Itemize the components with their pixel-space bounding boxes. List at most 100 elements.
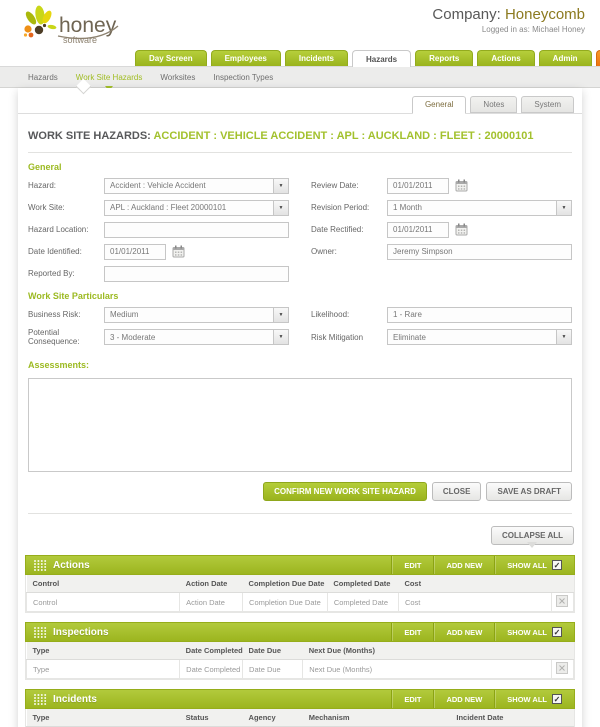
general-heading: General xyxy=(18,153,582,177)
nav-tab-reports[interactable]: Reports xyxy=(415,50,473,66)
particulars-heading: Work Site Particulars xyxy=(18,282,582,306)
incidents-add-new-button[interactable]: ADD NEW xyxy=(433,690,494,708)
nav-tab-incidents[interactable]: Incidents xyxy=(285,50,348,66)
business-risk-select[interactable]: Medium▼ xyxy=(104,307,289,323)
main-menu-button[interactable]: Main Menu xyxy=(596,50,600,66)
nav-tab-actions[interactable]: Actions xyxy=(477,50,534,66)
tab-general[interactable]: General xyxy=(412,96,466,114)
business-risk-label: Business Risk: xyxy=(28,310,104,319)
inspections-table: Type Date Completed Date Due Next Due (M… xyxy=(26,642,574,679)
incidents-show-all-toggle[interactable]: SHOW ALL✓ xyxy=(494,690,574,708)
owner-input[interactable] xyxy=(387,244,572,260)
col-completion-due-date: Completion Due Date xyxy=(243,575,328,593)
col-cost: Cost xyxy=(398,575,551,593)
work-site-select[interactable]: APL : Auckland : Fleet 20000101▼ xyxy=(104,200,289,216)
work-site-select-value: APL : Auckland : Fleet 20000101 xyxy=(105,203,273,212)
inspections-section-header: Inspections EDIT ADD NEW SHOW ALL ✓ xyxy=(25,622,575,642)
tab-system[interactable]: System xyxy=(521,96,574,113)
potential-consequence-label: Potential Consequence: xyxy=(28,328,104,346)
page-tabs: General Notes System xyxy=(18,88,582,114)
review-date-input[interactable] xyxy=(387,178,449,194)
col-action-date: Action Date xyxy=(180,575,243,593)
actions-show-all-toggle[interactable]: SHOW ALL✓ xyxy=(494,556,574,574)
actions-edit-button[interactable]: EDIT xyxy=(391,556,433,574)
incidents-section-title: Incidents xyxy=(53,694,391,705)
nav-tab-employees[interactable]: Employees xyxy=(211,50,281,66)
incidents-table: Type Status Agency Mechanism Incident Da… xyxy=(26,709,574,727)
hazard-select[interactable]: Accident : Vehicle Accident▼ xyxy=(104,178,289,194)
inspections-show-all-toggle[interactable]: SHOW ALL ✓ xyxy=(494,623,574,641)
subnav-hazards[interactable]: Hazards xyxy=(28,73,58,82)
revision-period-select-value: 1 Month xyxy=(388,203,556,212)
reported-by-input[interactable] xyxy=(104,266,289,282)
drag-handle-icon[interactable] xyxy=(26,556,53,574)
drag-handle-icon[interactable] xyxy=(26,623,53,641)
tab-notes[interactable]: Notes xyxy=(470,96,517,113)
save-as-draft-button[interactable]: SAVE AS DRAFT xyxy=(486,482,572,501)
close-button[interactable]: CLOSE xyxy=(432,482,482,501)
chevron-down-icon: ▼ xyxy=(273,308,288,322)
review-date-label: Review Date: xyxy=(311,181,387,190)
cell-date-completed: Date Completed xyxy=(180,660,243,679)
checked-checkbox-icon[interactable]: ✓ xyxy=(552,627,562,637)
confirm-new-work-site-hazard-button[interactable]: CONFIRM NEW WORK SITE HAZARD xyxy=(263,482,427,501)
app-header: honey software Company: Honeycomb Logged… xyxy=(0,0,600,48)
form-actions: CONFIRM NEW WORK SITE HAZARD CLOSE SAVE … xyxy=(18,472,582,501)
checked-checkbox-icon[interactable]: ✓ xyxy=(552,560,562,570)
calendar-icon[interactable] xyxy=(455,223,468,236)
col-date-due: Date Due xyxy=(243,642,303,660)
calendar-icon[interactable] xyxy=(172,245,185,258)
inspections-show-all-label: SHOW ALL xyxy=(507,628,547,637)
likelihood-input[interactable] xyxy=(387,307,572,323)
col-completed-date: Completed Date xyxy=(327,575,398,593)
nav-tab-admin[interactable]: Admin xyxy=(539,50,592,66)
honey-logo[interactable]: honey software xyxy=(22,4,172,53)
collapse-all-button[interactable]: COLLAPSE ALL xyxy=(491,526,574,545)
row-grid-icon[interactable] xyxy=(556,662,568,674)
hazard-select-value: Accident : Vehicle Accident xyxy=(105,181,273,190)
nav-tab-day-screen[interactable]: Day Screen xyxy=(135,50,207,66)
chevron-down-icon: ▼ xyxy=(273,179,288,193)
checked-checkbox-icon[interactable]: ✓ xyxy=(552,694,562,704)
reported-by-label: Reported By: xyxy=(28,269,104,278)
secondary-nav: Hazards Work Site Hazards Worksites Insp… xyxy=(0,67,600,88)
cell-completed-date: Completed Date xyxy=(327,593,398,612)
inspections-section: Inspections EDIT ADD NEW SHOW ALL ✓ Type … xyxy=(25,622,575,680)
table-row[interactable]: Type Date Completed Date Due Next Due (M… xyxy=(27,660,574,679)
risk-mitigation-select-value: Eliminate xyxy=(388,333,556,342)
company-name: Honeycomb xyxy=(505,6,585,23)
actions-add-new-button[interactable]: ADD NEW xyxy=(433,556,494,574)
inspections-add-new-button[interactable]: ADD NEW xyxy=(433,623,494,641)
subnav-worksites[interactable]: Worksites xyxy=(160,73,195,82)
subnav-inspection-types[interactable]: Inspection Types xyxy=(213,73,273,82)
incidents-section: Incidents EDIT ADD NEW SHOW ALL✓ Type St… xyxy=(25,689,575,727)
inspections-edit-button[interactable]: EDIT xyxy=(391,623,433,641)
company-block: Company: Honeycomb Logged in as: Michael… xyxy=(432,6,585,34)
col-icon xyxy=(552,575,574,593)
date-rectified-input[interactable] xyxy=(387,222,449,238)
assessments-textarea[interactable] xyxy=(28,378,572,472)
table-row[interactable]: Control Action Date Completion Due Date … xyxy=(27,593,574,612)
revision-period-label: Revision Period: xyxy=(311,203,387,212)
inspections-section-title: Inspections xyxy=(53,627,391,638)
hazard-location-input[interactable] xyxy=(104,222,289,238)
table-header-row: Type Status Agency Mechanism Incident Da… xyxy=(27,709,574,727)
potential-consequence-select-value: 3 - Moderate xyxy=(105,333,273,342)
incidents-section-header: Incidents EDIT ADD NEW SHOW ALL✓ xyxy=(25,689,575,709)
col-agency: Agency xyxy=(243,709,303,727)
drag-handle-icon[interactable] xyxy=(26,690,53,708)
nav-tab-hazards[interactable]: Hazards xyxy=(352,50,411,67)
calendar-icon[interactable] xyxy=(455,179,468,192)
revision-period-select[interactable]: 1 Month▼ xyxy=(387,200,572,216)
col-type: Type xyxy=(27,709,180,727)
risk-mitigation-select[interactable]: Eliminate▼ xyxy=(387,329,572,345)
row-grid-icon[interactable] xyxy=(556,595,568,607)
svg-text:software: software xyxy=(63,35,97,45)
date-identified-input[interactable] xyxy=(104,244,166,260)
general-form: Hazard: Accident : Vehicle Accident▼ Rev… xyxy=(18,177,582,282)
owner-label: Owner: xyxy=(311,247,387,256)
incidents-edit-button[interactable]: EDIT xyxy=(391,690,433,708)
actions-section-header: Actions EDIT ADD NEW SHOW ALL✓ xyxy=(25,555,575,575)
cell-next-due-months: Next Due (Months) xyxy=(303,660,552,679)
potential-consequence-select[interactable]: 3 - Moderate▼ xyxy=(104,329,289,345)
